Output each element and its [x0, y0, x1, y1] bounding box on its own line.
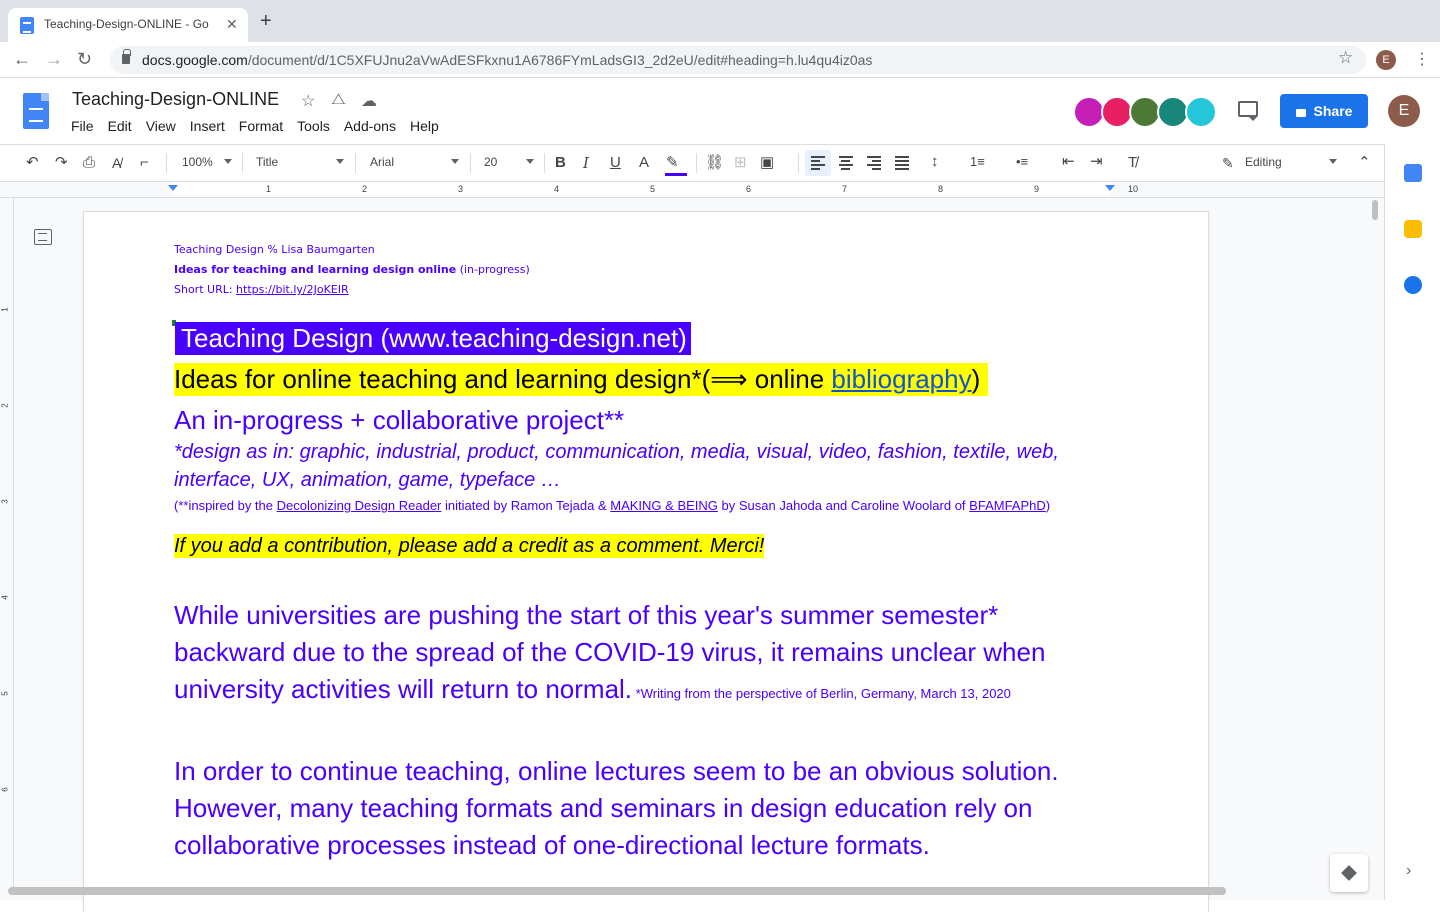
justify-icon[interactable] — [895, 156, 909, 170]
font-size-select[interactable]: 20 — [484, 155, 534, 169]
menu-add-ons[interactable]: Add-ons — [344, 118, 396, 134]
inspired-by-note[interactable]: (**inspired by the Decolonizing Design R… — [174, 498, 1050, 513]
browser-tab-strip: Teaching-Design-ONLINE - Go ✕ + — [0, 0, 1440, 42]
right-indent-marker[interactable] — [1105, 185, 1115, 191]
side-panel — [1384, 144, 1440, 900]
link-icon[interactable]: ⛓ — [705, 153, 724, 173]
account-avatar[interactable]: E — [1388, 95, 1420, 127]
address-bar[interactable]: docs.google.com/document/d/1C5XFUJnu2aVw… — [110, 46, 1366, 74]
document-heading-title[interactable]: Teaching Design (www.teaching-design.net… — [175, 322, 691, 355]
menu-edit[interactable]: Edit — [108, 118, 132, 134]
horizontal-ruler: 1 2 3 4 5 6 7 8 9 10 — [0, 182, 1384, 198]
menu-tools[interactable]: Tools — [297, 118, 330, 134]
document-outline-icon[interactable] — [34, 229, 52, 245]
horizontal-scrollbar[interactable] — [8, 887, 1226, 895]
bold-icon[interactable]: B — [555, 153, 566, 173]
forward-icon[interactable]: → — [45, 49, 63, 69]
menu-format[interactable]: Format — [239, 118, 283, 134]
bulleted-list-icon[interactable]: •≡ — [1016, 152, 1028, 172]
decrease-indent-icon[interactable]: ⇤ — [1062, 152, 1075, 172]
keep-icon[interactable] — [1404, 220, 1422, 238]
collaborator-avatar[interactable] — [1185, 96, 1217, 128]
star-icon[interactable]: ☆ — [301, 91, 315, 111]
print-icon[interactable]: ⎙ — [83, 153, 95, 173]
zoom-select[interactable]: 100% — [182, 155, 232, 169]
undo-icon[interactable]: ↶ — [26, 153, 39, 173]
heading-ideas[interactable]: Ideas for online teaching and learning d… — [174, 363, 989, 396]
menu-insert[interactable]: Insert — [190, 118, 225, 134]
add-comment-icon[interactable]: ⊞ — [734, 153, 747, 173]
design-definition-line-2[interactable]: interface, UX, animation, game, typeface… — [174, 469, 561, 492]
header-line-1: Teaching Design % Lisa Baumgarten — [174, 243, 375, 256]
formatting-toolbar: ↶ ↷ ⎙ A̸ ⌐ 100% Title Arial 20 B I U A ✎… — [0, 144, 1384, 182]
docs-header: Teaching-Design-ONLINE ☆ ⧍ ☁ File Edit Vie… — [0, 79, 1440, 143]
underline-icon[interactable]: U — [610, 153, 621, 173]
bfamfaphd-link[interactable]: BFAMFAPhD — [969, 498, 1046, 513]
clear-formatting-icon[interactable]: T̸ — [1128, 153, 1137, 173]
insert-image-icon[interactable]: ▣ — [760, 153, 774, 173]
paint-format-icon[interactable]: ⌐ — [140, 153, 149, 173]
decolonizing-design-link[interactable]: Decolonizing Design Reader — [277, 498, 442, 513]
browser-tab[interactable]: Teaching-Design-ONLINE - Go ✕ — [8, 8, 248, 42]
lock-icon — [1295, 109, 1306, 117]
reload-icon[interactable]: ↻ — [77, 49, 92, 69]
align-right-icon[interactable] — [867, 156, 881, 170]
lock-icon — [122, 49, 131, 64]
style-select[interactable]: Title — [256, 155, 346, 169]
redo-icon[interactable]: ↷ — [55, 153, 68, 173]
menu-bar: File Edit View Insert Format Tools Add-ons Help — [71, 118, 453, 134]
new-tab-button[interactable]: + — [260, 11, 272, 31]
header-line-2: Ideas for teaching and learning design o… — [174, 263, 530, 276]
header-line-3: Short URL: https://bit.ly/2JoKEIR — [174, 283, 349, 296]
bibliography-link[interactable]: bibliography — [831, 364, 971, 394]
docs-logo-icon[interactable] — [23, 93, 49, 129]
back-icon[interactable]: ← — [13, 49, 31, 69]
align-left-icon — [811, 156, 825, 170]
paragraph-universities[interactable]: While universities are pushing the start… — [174, 597, 1045, 712]
design-definition-line-1[interactable]: *design as in: graphic, industrial, prod… — [174, 441, 1059, 464]
menu-view[interactable]: View — [146, 118, 176, 134]
numbered-list-icon[interactable]: 1≡ — [970, 152, 985, 172]
close-tab-icon[interactable]: ✕ — [226, 16, 238, 33]
heading-in-progress[interactable]: An in-progress + collaborative project** — [174, 405, 624, 436]
browser-menu-icon[interactable]: ⋮ — [1414, 49, 1430, 69]
share-button[interactable]: Share — [1280, 94, 1368, 128]
menu-help[interactable]: Help — [410, 118, 439, 134]
contribution-note[interactable]: If you add a contribution, please add a … — [174, 534, 765, 558]
explore-button[interactable] — [1330, 854, 1368, 892]
left-indent-marker[interactable] — [168, 185, 178, 191]
highlight-color-swatch — [665, 173, 687, 176]
line-spacing-icon[interactable]: ↕ — [931, 152, 939, 172]
tasks-icon[interactable] — [1404, 276, 1422, 294]
docs-favicon-icon — [20, 17, 34, 34]
browser-toolbar: ← → ↻ docs.google.com/document/d/1C5XFUJ… — [0, 42, 1440, 78]
browser-profile-avatar[interactable]: E — [1376, 50, 1396, 70]
short-url-link[interactable]: https://bit.ly/2JoKEIR — [236, 283, 349, 296]
move-to-drive-icon[interactable]: ⧍ — [331, 91, 346, 109]
italic-icon[interactable]: I — [583, 153, 589, 173]
spellcheck-icon[interactable]: A̸ — [112, 153, 121, 173]
font-select[interactable]: Arial — [370, 155, 460, 169]
url-text: docs.google.com/document/d/1C5XFUJnu2aVw… — [142, 52, 873, 68]
tab-title: Teaching-Design-ONLINE - Go — [44, 17, 209, 31]
menu-file[interactable]: File — [71, 118, 94, 134]
making-being-link[interactable]: MAKING & BEING — [610, 498, 718, 513]
side-panel-expand-icon[interactable]: › — [1406, 862, 1411, 880]
increase-indent-icon[interactable]: ⇥ — [1090, 152, 1103, 172]
text-color-icon[interactable]: A — [639, 153, 649, 173]
bookmark-star-icon[interactable]: ☆ — [1338, 48, 1353, 68]
comments-icon[interactable] — [1238, 101, 1258, 121]
vertical-scrollbar[interactable] — [1372, 200, 1378, 220]
cloud-saved-icon[interactable]: ☁ — [361, 91, 377, 111]
editing-pencil-icon[interactable]: ✎ — [1222, 153, 1234, 173]
mode-select[interactable]: Editing — [1245, 155, 1341, 169]
collapse-menus-icon[interactable]: ⌃ — [1358, 153, 1371, 173]
calendar-icon[interactable] — [1404, 164, 1422, 182]
highlight-color-icon[interactable]: ✎ — [666, 153, 679, 173]
document-title[interactable]: Teaching-Design-ONLINE — [72, 89, 279, 110]
paragraph-online-lectures[interactable]: In order to continue teaching, online le… — [174, 753, 1059, 864]
vertical-ruler: 1 2 3 4 5 6 — [0, 198, 14, 888]
align-center-icon[interactable] — [839, 156, 853, 170]
